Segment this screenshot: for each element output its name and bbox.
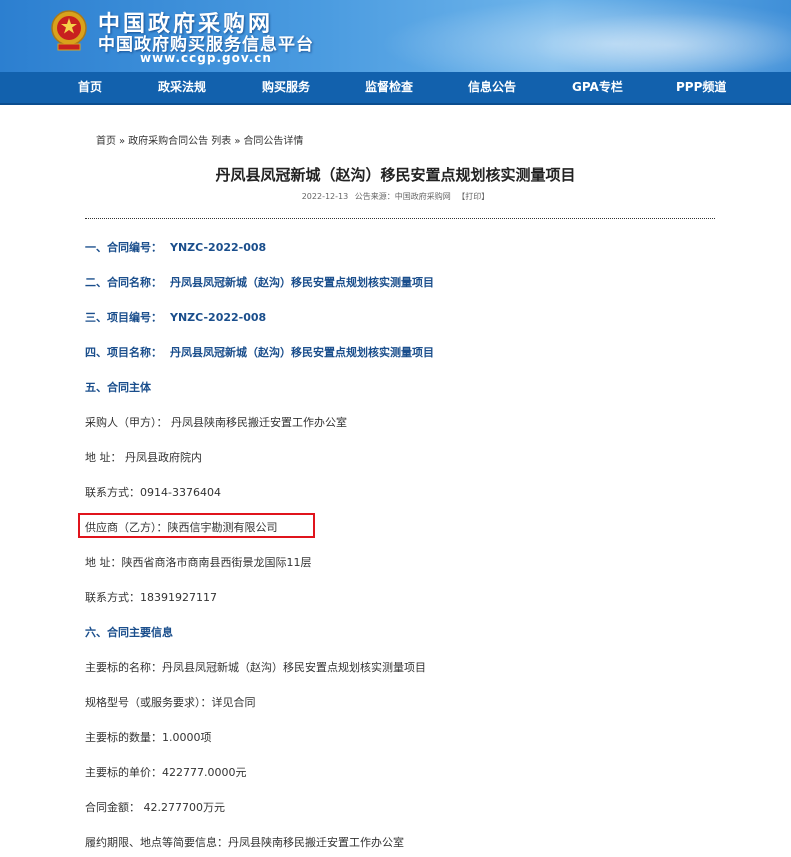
contract-number-line: 一、合同编号： YNZC-2022-008 bbox=[85, 239, 266, 255]
article-meta: 2022-12-13 公告来源：中国政府采购网 【打印】 bbox=[0, 191, 791, 202]
contract-number-value: YNZC-2022-008 bbox=[170, 241, 267, 254]
breadcrumb-home[interactable]: 首页 bbox=[96, 136, 116, 147]
nav-ppp[interactable]: PPP频道 bbox=[676, 72, 726, 103]
article-source: 中国政府采购网 bbox=[394, 192, 451, 201]
contract-name-value: 丹凤县凤冠新城（赵沟）移民安置点规划核实测量项目 bbox=[170, 276, 434, 289]
supplier-contact-line: 联系方式：18391927117 bbox=[85, 591, 217, 604]
breadcrumb-separator: » bbox=[234, 136, 241, 147]
nav-gpa[interactable]: GPA专栏 bbox=[572, 72, 623, 103]
content-divider bbox=[85, 218, 715, 219]
banner-cloud bbox=[520, 10, 791, 72]
nav-purchase-services[interactable]: 购买服务 bbox=[262, 72, 310, 103]
project-name-label: 四、项目名称： bbox=[85, 346, 162, 359]
project-number-label: 三、项目编号： bbox=[85, 311, 162, 324]
breadcrumb-separator: » bbox=[119, 136, 126, 147]
nav-announcements[interactable]: 信息公告 bbox=[468, 72, 516, 103]
section-contract-parties: 五、合同主体 bbox=[85, 381, 151, 394]
national-emblem-icon bbox=[51, 10, 87, 51]
performance-period-line: 履约期限、地点等简要信息：丹凤县陕南移民搬迁安置工作办公室 bbox=[85, 836, 404, 849]
site-banner: 中国政府采购网 中国政府购买服务信息平台 www.ccgp.gov.cn bbox=[0, 0, 791, 72]
buyer-contact-line: 联系方式：0914-3376404 bbox=[85, 486, 221, 499]
breadcrumb-list[interactable]: 政府采购合同公告 列表 bbox=[128, 136, 231, 147]
project-number-line: 三、项目编号： YNZC-2022-008 bbox=[85, 309, 266, 325]
buyer-line: 采购人（甲方）： 丹凤县陕南移民搬迁安置工作办公室 bbox=[85, 416, 347, 429]
quantity-line: 主要标的数量：1.0000项 bbox=[85, 731, 212, 744]
contract-name-line: 二、合同名称： 丹凤县凤冠新城（赵沟）移民安置点规划核实测量项目 bbox=[85, 274, 434, 290]
subject-name-line: 主要标的名称：丹凤县凤冠新城（赵沟）移民安置点规划核实测量项目 bbox=[85, 661, 426, 674]
contract-name-label: 二、合同名称： bbox=[85, 276, 162, 289]
project-name-value: 丹凤县凤冠新城（赵沟）移民安置点规划核实测量项目 bbox=[170, 346, 434, 359]
site-domain: www.ccgp.gov.cn bbox=[140, 51, 272, 65]
supplier-highlight-box bbox=[78, 513, 315, 538]
supplier-address-line: 地 址：陕西省商洛市商南县西街景龙国际11层 bbox=[85, 556, 312, 569]
project-name-line: 四、项目名称： 丹凤县凤冠新城（赵沟）移民安置点规划核实测量项目 bbox=[85, 344, 434, 360]
main-nav: 首页 政采法规 购买服务 监督检查 信息公告 GPA专栏 PPP频道 bbox=[0, 72, 791, 105]
contract-amount-line: 合同金额： 42.277700万元 bbox=[85, 801, 225, 814]
breadcrumb: 首页» 政府采购合同公告 列表» 合同公告详情 bbox=[96, 132, 303, 147]
section-contract-info: 六、合同主要信息 bbox=[85, 626, 173, 639]
nav-supervision[interactable]: 监督检查 bbox=[365, 72, 413, 103]
article-date: 2022-12-13 bbox=[301, 192, 349, 201]
nav-regulations[interactable]: 政采法规 bbox=[158, 72, 206, 103]
nav-home[interactable]: 首页 bbox=[78, 72, 102, 103]
buyer-address-line: 地 址： 丹凤县政府院内 bbox=[85, 451, 202, 464]
project-number-value: YNZC-2022-008 bbox=[170, 311, 267, 324]
unit-price-line: 主要标的单价：422777.0000元 bbox=[85, 766, 247, 779]
page-title: 丹凤县凤冠新城（赵沟）移民安置点规划核实测量项目 bbox=[215, 166, 576, 184]
spec-line: 规格型号（或服务要求）：详见合同 bbox=[85, 696, 256, 709]
print-link[interactable]: 【打印】 bbox=[457, 192, 489, 201]
breadcrumb-current: 合同公告详情 bbox=[243, 136, 304, 147]
source-label: 公告来源： bbox=[354, 192, 395, 201]
contract-number-label: 一、合同编号： bbox=[85, 241, 162, 254]
